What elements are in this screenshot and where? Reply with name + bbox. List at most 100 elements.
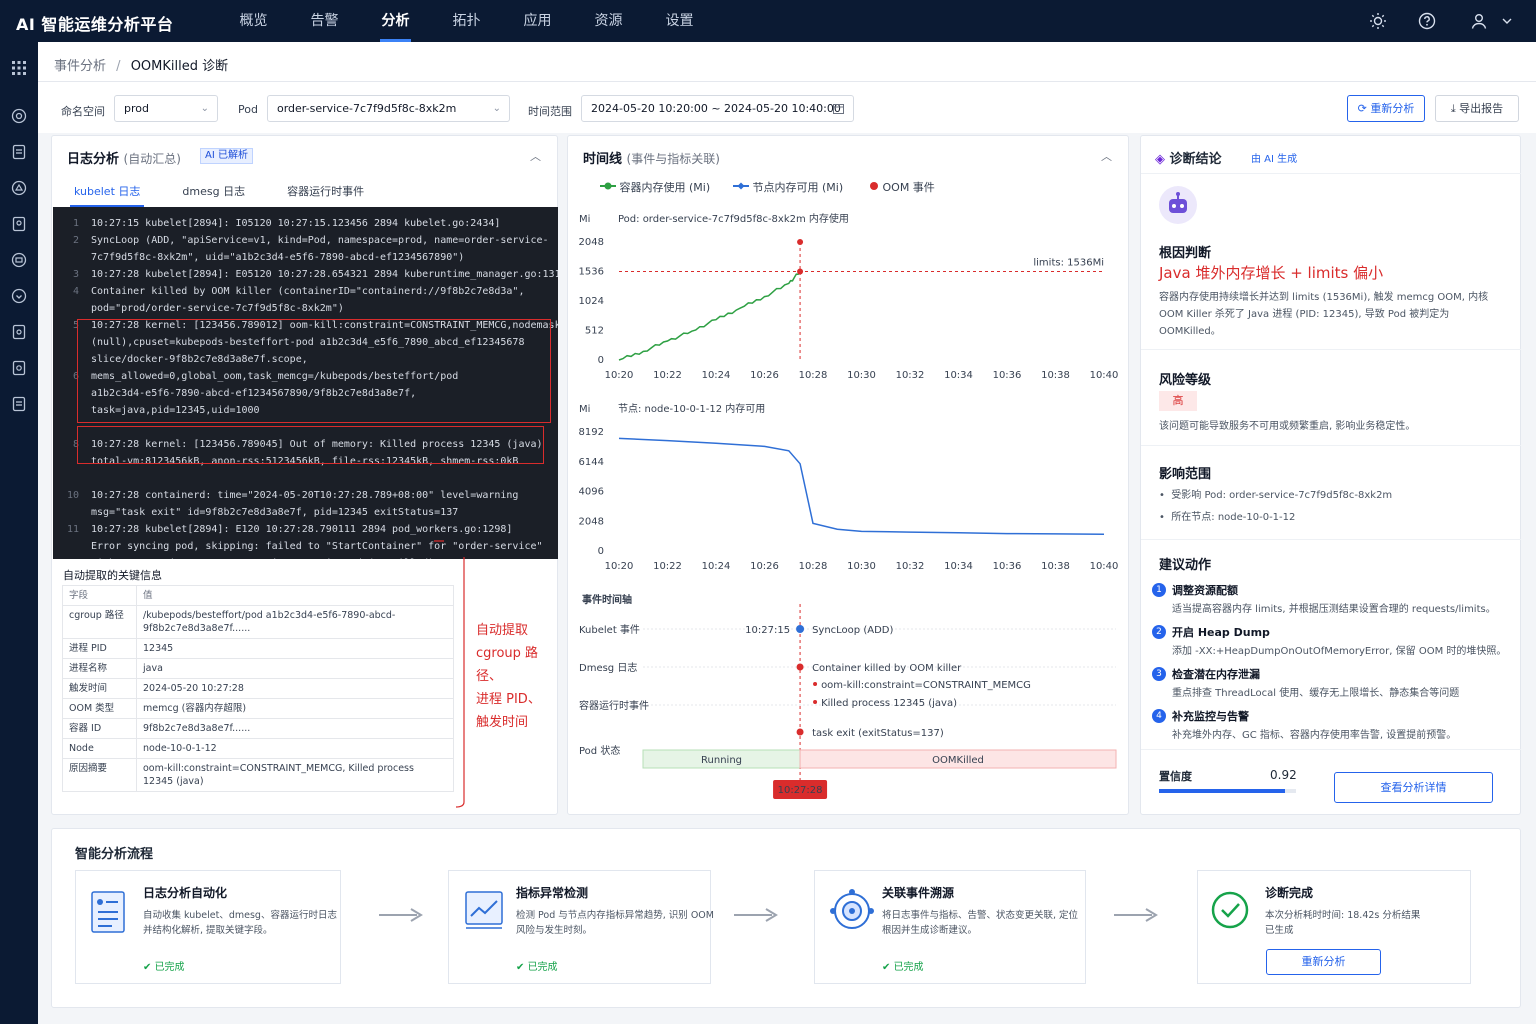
clipboard-icon[interactable] bbox=[11, 324, 27, 340]
event-dot-taskexit bbox=[796, 728, 804, 736]
document-icon[interactable] bbox=[11, 144, 27, 160]
table-header-cell: 字段 bbox=[62, 585, 137, 606]
ai-parsed-badge: AI 已解析 bbox=[200, 148, 253, 164]
log-line: 7c7f9d5f8c-8xk2m", uid="a1b2c3d4-e5f6-78… bbox=[53, 249, 558, 266]
dashboard-icon[interactable] bbox=[11, 108, 27, 124]
settings-doc-icon[interactable] bbox=[11, 360, 27, 376]
x-tick-label: 10:26 bbox=[750, 370, 779, 381]
pod-select[interactable]: order-service-7c7f9d5f8c-8xk2m ⌄ bbox=[267, 95, 510, 122]
oom-event-dot bbox=[797, 239, 804, 245]
tab-dmesg-log[interactable]: dmesg 日志 bbox=[182, 183, 245, 205]
x-tick-label: 10:24 bbox=[702, 370, 731, 381]
action-title: 调整资源配额 bbox=[1172, 584, 1238, 597]
view-analysis-details-button[interactable]: 查看分析详情 bbox=[1334, 772, 1493, 803]
x-tick-label: 10:20 bbox=[605, 370, 634, 381]
apps-grid-icon[interactable] bbox=[11, 60, 27, 76]
log-line-number: 11 bbox=[66, 524, 79, 535]
pod-label: Pod bbox=[238, 103, 258, 116]
actions-heading: 建议动作 bbox=[1159, 558, 1212, 573]
flow-step-log[interactable]: 日志分析自动化 自动收集 kubelet、dmesg、容器运行时日志并结构化解析… bbox=[75, 870, 341, 984]
breadcrumb-current: OOMKilled 诊断 bbox=[130, 59, 229, 74]
action-number-badge: 3 bbox=[1152, 667, 1166, 681]
flow-step-trace[interactable]: 关联事件溯源 将日志事件与指标、告警、状态变更关联, 定位根因并生成诊断建议。 … bbox=[814, 870, 1086, 984]
theme-sun-icon[interactable] bbox=[1369, 12, 1387, 30]
reanalyze-flow-button[interactable]: 重新分析 bbox=[1266, 949, 1381, 975]
risk-level-text: 该问题可能导致服务不可用或频繁重启, 影响业务稳定性。 bbox=[1159, 421, 1416, 432]
log-line: with RunContainerError: "container termi… bbox=[53, 555, 558, 559]
nav-settings[interactable]: 设置 bbox=[644, 0, 715, 42]
nav-analysis[interactable]: 分析 bbox=[360, 0, 431, 42]
x-tick-label: 10:40 bbox=[1090, 370, 1119, 381]
y-tick-label: 1024 bbox=[579, 296, 604, 307]
flow-step-status: ✔ 已完成 bbox=[143, 958, 185, 973]
annotation-line: 进程 PID、 bbox=[476, 692, 541, 707]
field-name-cell: 触发时间 bbox=[62, 678, 137, 699]
x-tick-label: 10:22 bbox=[653, 370, 682, 381]
chevron-down-icon: ⌄ bbox=[200, 103, 209, 114]
help-icon[interactable] bbox=[1418, 12, 1436, 30]
impact-pod-text: 受影响 Pod: order-service-7c7f9d5f8c-8xk2m bbox=[1171, 490, 1393, 501]
pod-state-oom-label: OOMKilled bbox=[932, 755, 984, 766]
flow-step-title: 关联事件溯源 bbox=[882, 886, 955, 900]
collapse-icon[interactable]: ︿ bbox=[530, 148, 541, 164]
list-icon[interactable] bbox=[11, 396, 27, 412]
y-tick-label: 2048 bbox=[579, 237, 604, 248]
divider bbox=[1141, 173, 1521, 174]
field-name-cell: 进程名称 bbox=[62, 658, 137, 679]
export-report-button[interactable]: ⤓ 导出报告 bbox=[1435, 95, 1519, 122]
report-icon[interactable] bbox=[11, 216, 27, 232]
shield-icon[interactable] bbox=[11, 288, 27, 304]
user-avatar-icon[interactable] bbox=[1470, 12, 1488, 30]
app-title: AI 智能运维分析平台 bbox=[16, 15, 174, 34]
action-number-badge: 1 bbox=[1152, 583, 1166, 597]
nav-alerts[interactable]: 告警 bbox=[289, 0, 360, 42]
chart-title: 节点: node-10-0-1-12 内存可用 bbox=[618, 402, 765, 415]
reanalyze-button[interactable]: ⟳ 重新分析 bbox=[1347, 95, 1425, 122]
x-tick-label: 10:22 bbox=[653, 561, 682, 572]
action-description: 添加 -XX:+HeapDumpOnOutOfMemoryError, 保留 O… bbox=[1172, 646, 1507, 657]
ai-generated-tag: 由 AI 生成 bbox=[1251, 154, 1298, 165]
highlight-oom-kill bbox=[77, 319, 551, 423]
check-circle-icon: ✔ bbox=[882, 962, 894, 973]
status-text: 已完成 bbox=[893, 962, 924, 973]
chevron-down-icon[interactable] bbox=[1500, 12, 1514, 30]
pod-value: order-service-7c7f9d5f8c-8xk2m bbox=[277, 102, 457, 115]
pod-state-running-label: Running bbox=[701, 755, 742, 766]
log-line-number: 10 bbox=[66, 490, 79, 501]
field-name-cell: 原因摘要 bbox=[62, 758, 137, 792]
impact-node-text: 所在节点: node-10-0-1-12 bbox=[1171, 512, 1296, 523]
monitor-icon[interactable] bbox=[11, 252, 27, 268]
time-range-picker[interactable]: 2024-05-20 10:20:00 ~ 2024-05-20 10:40:0… bbox=[581, 95, 854, 122]
flow-step-title: 诊断完成 bbox=[1265, 886, 1314, 900]
timeline-charts: Mi Pod: order-service-7c7f9d5f8c-8xk2m 内存… bbox=[579, 212, 1119, 799]
annotation-line: 自动提取 bbox=[476, 623, 529, 638]
alert-icon[interactable] bbox=[11, 180, 27, 196]
event-row-label: Dmesg 日志 bbox=[579, 661, 637, 674]
series-line-node-memory bbox=[618, 437, 1105, 536]
table-row: 容器 ID 9f8b2c7e8d3a8e7f...... bbox=[62, 718, 454, 739]
ai-spark-icon: ◈ bbox=[1155, 152, 1165, 167]
log-line-text: msg="task exit" id=9f8b2c7e8d3a8e7f, pid… bbox=[91, 507, 459, 518]
nav-apps[interactable]: 应用 bbox=[502, 0, 573, 42]
breadcrumb-parent[interactable]: 事件分析 bbox=[54, 59, 106, 74]
y-tick-label: 4096 bbox=[579, 487, 604, 498]
sidebar bbox=[0, 42, 38, 1024]
limit-label: limits: 1536Mi bbox=[1033, 258, 1104, 269]
flow-step-metric[interactable]: 指标异常检测 检测 Pod 与节点内存指标异常趋势, 识别 OOM 风险与发生时… bbox=[448, 870, 714, 984]
y-axis-unit: Mi bbox=[579, 214, 590, 225]
namespace-select[interactable]: prod ⌄ bbox=[114, 95, 218, 122]
nav-topology[interactable]: 拓扑 bbox=[431, 0, 502, 42]
table-header-cell: 值 bbox=[136, 585, 454, 606]
nav-overview[interactable]: 概览 bbox=[218, 0, 289, 42]
tab-kubelet-log[interactable]: kubelet 日志 bbox=[69, 183, 145, 207]
log-line: 11 10:27:28 kubelet[2894]: E120 10:27:28.… bbox=[53, 521, 558, 538]
x-tick-label: 10:38 bbox=[1041, 561, 1070, 572]
y-tick-label: 2048 bbox=[579, 516, 604, 527]
table-header-row: 字段值 bbox=[62, 585, 454, 606]
timeline-panel: 时间线 (事件与指标关联) ︿ 容器内存使用 (Mi) 节点内存可用 (Mi) … bbox=[567, 135, 1129, 815]
action-title: 检查潜在内存泄漏 bbox=[1172, 668, 1260, 681]
log-line: 10 10:27:28 containerd: time="2024-05-20T… bbox=[53, 487, 558, 504]
nav-resources[interactable]: 资源 bbox=[573, 0, 644, 42]
tab-runtime-events[interactable]: 容器运行时事件 bbox=[287, 183, 364, 205]
action-title: 开启 Heap Dump bbox=[1172, 626, 1270, 639]
